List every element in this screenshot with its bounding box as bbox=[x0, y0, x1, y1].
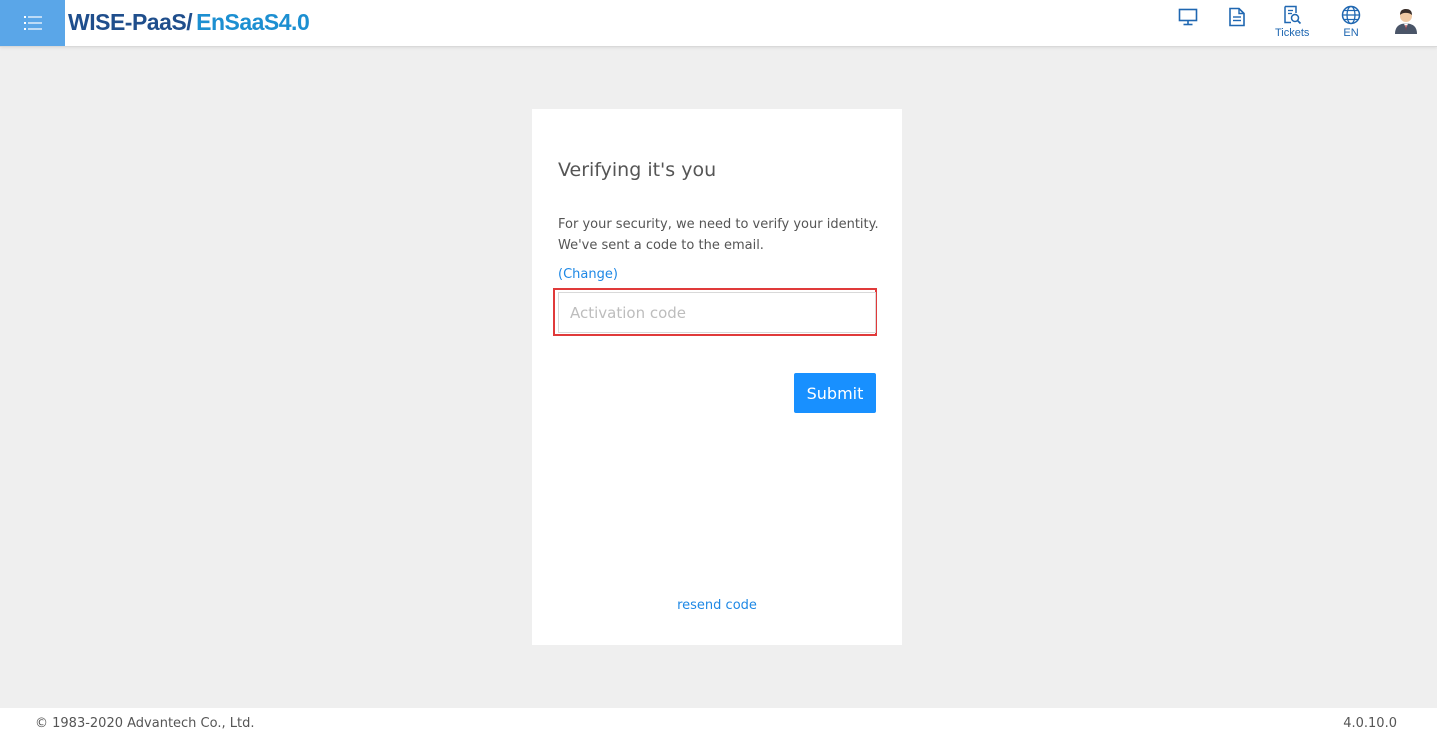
monitor-button[interactable] bbox=[1178, 8, 1198, 26]
verification-card: Verifying it's you For your security, we… bbox=[532, 109, 902, 645]
logo-text-primary: WISE-PaaS/ bbox=[68, 8, 193, 35]
document-button[interactable] bbox=[1228, 7, 1246, 27]
tickets-button[interactable]: Tickets bbox=[1275, 5, 1309, 39]
document-icon bbox=[1229, 7, 1245, 27]
description-line-2: We've sent a code to the email. bbox=[558, 238, 764, 253]
change-email-link[interactable]: (Change) bbox=[558, 267, 618, 282]
submit-button[interactable]: Submit bbox=[794, 373, 876, 413]
tickets-label: Tickets bbox=[1275, 27, 1310, 39]
language-button[interactable]: EN bbox=[1341, 5, 1361, 39]
app-logo[interactable]: WISE-PaaS/ EnSaaS4.0 bbox=[68, 7, 310, 37]
globe-icon bbox=[1341, 5, 1361, 25]
top-header: WISE-PaaS/ EnSaaS4.0 Tickets EN bbox=[0, 0, 1437, 47]
page-footer: © 1983-2020 Advantech Co., Ltd. 4.0.10.0 bbox=[0, 708, 1437, 749]
tickets-icon bbox=[1284, 5, 1302, 25]
copyright-text: © 1983-2020 Advantech Co., Ltd. bbox=[35, 716, 255, 731]
list-menu-icon bbox=[23, 16, 42, 30]
card-title: Verifying it's you bbox=[558, 159, 717, 181]
monitor-icon bbox=[1178, 8, 1198, 26]
verification-description: For your security, we need to verify you… bbox=[558, 214, 879, 256]
version-text: 4.0.10.0 bbox=[1343, 716, 1397, 731]
activation-code-input[interactable] bbox=[558, 292, 876, 333]
language-label: EN bbox=[1343, 27, 1359, 39]
description-line-1: For your security, we need to verify you… bbox=[558, 217, 879, 232]
user-menu-button[interactable] bbox=[1393, 7, 1419, 35]
logo-text-secondary: EnSaaS4.0 bbox=[196, 8, 310, 35]
user-avatar-icon bbox=[1395, 9, 1417, 34]
resend-code-link[interactable]: resend code bbox=[532, 598, 902, 613]
menu-toggle-button[interactable] bbox=[0, 0, 65, 46]
